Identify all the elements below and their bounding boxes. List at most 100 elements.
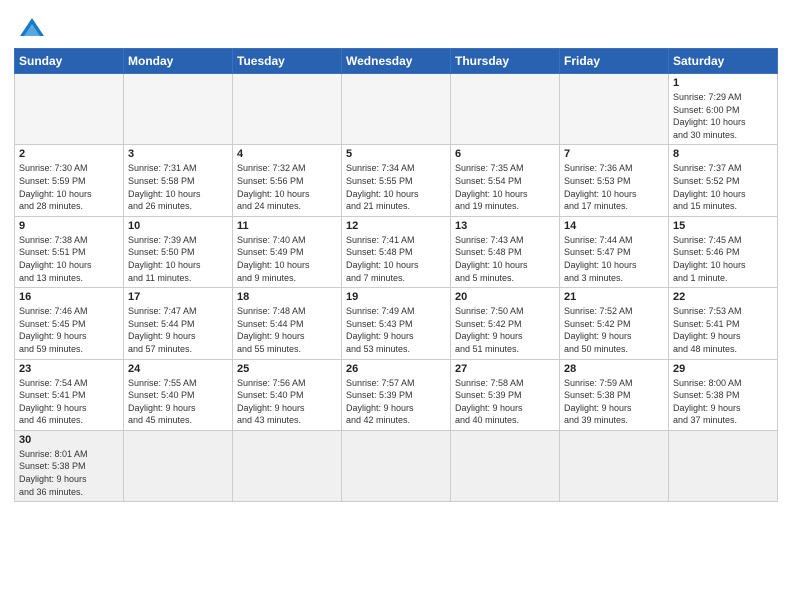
day-number: 4	[237, 148, 337, 160]
calendar-cell	[233, 430, 342, 501]
day-info: Sunrise: 7:37 AM Sunset: 5:52 PM Dayligh…	[673, 162, 773, 212]
day-info: Sunrise: 7:40 AM Sunset: 5:49 PM Dayligh…	[237, 234, 337, 284]
day-info: Sunrise: 7:59 AM Sunset: 5:38 PM Dayligh…	[564, 377, 664, 427]
calendar-cell: 12 Sunrise: 7:41 AM Sunset: 5:48 PM Dayli…	[342, 216, 451, 287]
day-info: Sunrise: 7:52 AM Sunset: 5:42 PM Dayligh…	[564, 305, 664, 355]
day-number: 14	[564, 220, 664, 232]
calendar-cell: 20 Sunrise: 7:50 AM Sunset: 5:42 PM Dayli…	[451, 288, 560, 359]
day-info: Sunrise: 7:54 AM Sunset: 5:41 PM Dayligh…	[19, 377, 119, 427]
day-number: 8	[673, 148, 773, 160]
weekday-header-wednesday: Wednesday	[342, 49, 451, 74]
day-number: 25	[237, 363, 337, 375]
calendar-cell	[342, 74, 451, 145]
calendar-cell: 24 Sunrise: 7:55 AM Sunset: 5:40 PM Dayli…	[124, 359, 233, 430]
day-number: 21	[564, 291, 664, 303]
day-number: 1	[673, 77, 773, 89]
day-number: 15	[673, 220, 773, 232]
calendar-cell: 22 Sunrise: 7:53 AM Sunset: 5:41 PM Dayli…	[669, 288, 778, 359]
calendar-cell	[560, 430, 669, 501]
day-number: 17	[128, 291, 228, 303]
calendar-cell: 2 Sunrise: 7:30 AM Sunset: 5:59 PM Daylig…	[15, 145, 124, 216]
calendar-cell: 29Sunrise: 8:00 AM Sunset: 5:38 PM Dayli…	[669, 359, 778, 430]
calendar-cell: 6 Sunrise: 7:35 AM Sunset: 5:54 PM Daylig…	[451, 145, 560, 216]
day-info: Sunrise: 7:32 AM Sunset: 5:56 PM Dayligh…	[237, 162, 337, 212]
day-info: Sunrise: 7:45 AM Sunset: 5:46 PM Dayligh…	[673, 234, 773, 284]
day-info: Sunrise: 7:48 AM Sunset: 5:44 PM Dayligh…	[237, 305, 337, 355]
calendar-cell	[451, 430, 560, 501]
calendar-cell: 11 Sunrise: 7:40 AM Sunset: 5:49 PM Dayli…	[233, 216, 342, 287]
calendar-week-4: 23 Sunrise: 7:54 AM Sunset: 5:41 PM Dayli…	[15, 359, 778, 430]
day-number: 12	[346, 220, 446, 232]
calendar-week-3: 16 Sunrise: 7:46 AM Sunset: 5:45 PM Dayli…	[15, 288, 778, 359]
calendar-cell: 14 Sunrise: 7:44 AM Sunset: 5:47 PM Dayli…	[560, 216, 669, 287]
day-number: 7	[564, 148, 664, 160]
calendar-cell: 10Sunrise: 7:39 AM Sunset: 5:50 PM Dayli…	[124, 216, 233, 287]
calendar-cell	[124, 74, 233, 145]
calendar-cell: 4 Sunrise: 7:32 AM Sunset: 5:56 PM Daylig…	[233, 145, 342, 216]
calendar-cell: 30Sunrise: 8:01 AM Sunset: 5:38 PM Dayli…	[15, 430, 124, 501]
day-info: Sunrise: 7:39 AM Sunset: 5:50 PM Dayligh…	[128, 234, 228, 284]
day-number: 11	[237, 220, 337, 232]
day-info: Sunrise: 7:55 AM Sunset: 5:40 PM Dayligh…	[128, 377, 228, 427]
weekday-header-sunday: Sunday	[15, 49, 124, 74]
day-info: Sunrise: 7:41 AM Sunset: 5:48 PM Dayligh…	[346, 234, 446, 284]
weekday-header-thursday: Thursday	[451, 49, 560, 74]
calendar-cell: 25 Sunrise: 7:56 AM Sunset: 5:40 PM Dayli…	[233, 359, 342, 430]
day-number: 2	[19, 148, 119, 160]
calendar-cell: 27 Sunrise: 7:58 AM Sunset: 5:39 PM Dayli…	[451, 359, 560, 430]
calendar-cell: 13Sunrise: 7:43 AM Sunset: 5:48 PM Dayli…	[451, 216, 560, 287]
day-info: Sunrise: 7:53 AM Sunset: 5:41 PM Dayligh…	[673, 305, 773, 355]
day-info: Sunrise: 7:35 AM Sunset: 5:54 PM Dayligh…	[455, 162, 555, 212]
calendar-cell: 19Sunrise: 7:49 AM Sunset: 5:43 PM Dayli…	[342, 288, 451, 359]
logo	[14, 14, 46, 42]
day-info: Sunrise: 7:29 AM Sunset: 6:00 PM Dayligh…	[673, 91, 773, 141]
day-number: 3	[128, 148, 228, 160]
calendar-cell: 5 Sunrise: 7:34 AM Sunset: 5:55 PM Daylig…	[342, 145, 451, 216]
day-number: 6	[455, 148, 555, 160]
calendar-cell	[233, 74, 342, 145]
day-info: Sunrise: 7:36 AM Sunset: 5:53 PM Dayligh…	[564, 162, 664, 212]
day-info: Sunrise: 7:30 AM Sunset: 5:59 PM Dayligh…	[19, 162, 119, 212]
calendar-cell: 18Sunrise: 7:48 AM Sunset: 5:44 PM Dayli…	[233, 288, 342, 359]
calendar-cell: 28Sunrise: 7:59 AM Sunset: 5:38 PM Dayli…	[560, 359, 669, 430]
calendar-cell: 8 Sunrise: 7:37 AM Sunset: 5:52 PM Daylig…	[669, 145, 778, 216]
weekday-header-friday: Friday	[560, 49, 669, 74]
calendar-cell: 21 Sunrise: 7:52 AM Sunset: 5:42 PM Dayli…	[560, 288, 669, 359]
day-number: 9	[19, 220, 119, 232]
header-area	[14, 10, 778, 42]
day-info: Sunrise: 7:44 AM Sunset: 5:47 PM Dayligh…	[564, 234, 664, 284]
calendar-cell: 3Sunrise: 7:31 AM Sunset: 5:58 PM Daylig…	[124, 145, 233, 216]
weekday-header-saturday: Saturday	[669, 49, 778, 74]
day-number: 20	[455, 291, 555, 303]
calendar-table: SundayMondayTuesdayWednesdayThursdayFrid…	[14, 48, 778, 502]
day-number: 19	[346, 291, 446, 303]
calendar-cell	[560, 74, 669, 145]
day-number: 5	[346, 148, 446, 160]
day-number: 27	[455, 363, 555, 375]
day-info: Sunrise: 7:38 AM Sunset: 5:51 PM Dayligh…	[19, 234, 119, 284]
day-number: 24	[128, 363, 228, 375]
day-number: 22	[673, 291, 773, 303]
calendar-cell: 15 Sunrise: 7:45 AM Sunset: 5:46 PM Dayli…	[669, 216, 778, 287]
weekday-header-tuesday: Tuesday	[233, 49, 342, 74]
page: SundayMondayTuesdayWednesdayThursdayFrid…	[0, 0, 792, 612]
day-info: Sunrise: 7:57 AM Sunset: 5:39 PM Dayligh…	[346, 377, 446, 427]
day-info: Sunrise: 7:43 AM Sunset: 5:48 PM Dayligh…	[455, 234, 555, 284]
day-info: Sunrise: 7:56 AM Sunset: 5:40 PM Dayligh…	[237, 377, 337, 427]
day-info: Sunrise: 7:46 AM Sunset: 5:45 PM Dayligh…	[19, 305, 119, 355]
calendar-cell	[669, 430, 778, 501]
day-info: Sunrise: 7:50 AM Sunset: 5:42 PM Dayligh…	[455, 305, 555, 355]
day-number: 16	[19, 291, 119, 303]
weekday-header-row: SundayMondayTuesdayWednesdayThursdayFrid…	[15, 49, 778, 74]
calendar-cell: 17 Sunrise: 7:47 AM Sunset: 5:44 PM Dayli…	[124, 288, 233, 359]
day-info: Sunrise: 7:47 AM Sunset: 5:44 PM Dayligh…	[128, 305, 228, 355]
day-number: 23	[19, 363, 119, 375]
calendar-cell	[124, 430, 233, 501]
calendar-week-0: 1 Sunrise: 7:29 AM Sunset: 6:00 PM Daylig…	[15, 74, 778, 145]
day-number: 30	[19, 434, 119, 446]
calendar-cell: 7 Sunrise: 7:36 AM Sunset: 5:53 PM Daylig…	[560, 145, 669, 216]
calendar-cell	[451, 74, 560, 145]
day-info: Sunrise: 7:34 AM Sunset: 5:55 PM Dayligh…	[346, 162, 446, 212]
calendar-cell: 26Sunrise: 7:57 AM Sunset: 5:39 PM Dayli…	[342, 359, 451, 430]
day-info: Sunrise: 7:58 AM Sunset: 5:39 PM Dayligh…	[455, 377, 555, 427]
